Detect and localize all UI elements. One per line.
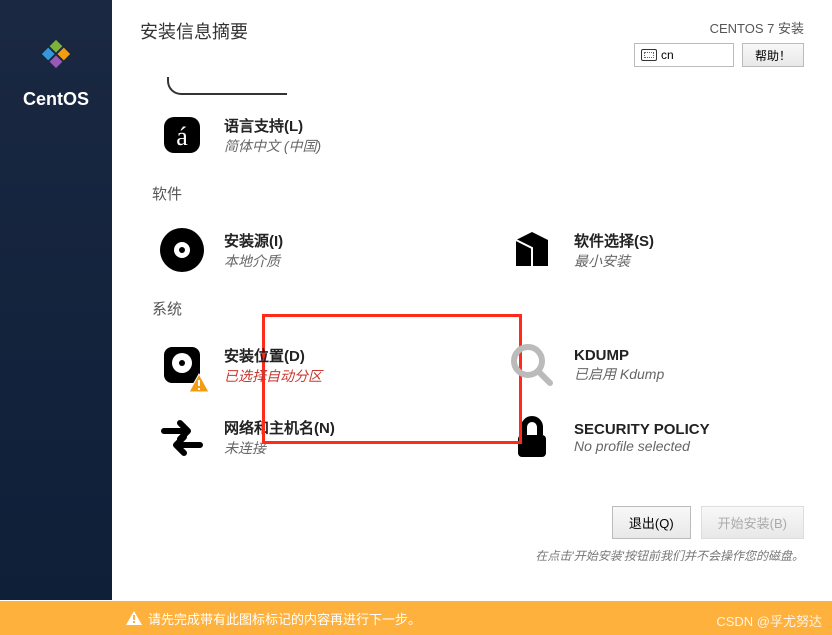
warning-bar: 请先完成带有此图标标记的内容再进行下一步。 CSDN @孚尤努达 [0, 601, 832, 635]
sidebar: CentOS [0, 0, 112, 600]
security-item[interactable]: SECURITY POLICY No profile selected [502, 407, 792, 467]
dest-sub: 已选择自动分区 [224, 366, 322, 386]
package-icon [506, 224, 558, 276]
selection-title: 软件选择(S) [574, 230, 654, 251]
lang-code: cn [661, 48, 674, 62]
software-selection-item[interactable]: 软件选择(S) 最小安装 [502, 220, 792, 280]
quit-button[interactable]: 退出(Q) [612, 506, 691, 539]
language-icon: á [156, 109, 208, 161]
help-button[interactable]: 帮助！ [742, 43, 804, 67]
kdump-sub: 已启用 Kdump [574, 364, 664, 384]
software-section-header: 软件 [152, 183, 804, 204]
footer-note: 在点击'开始安装'按钮前我们并不会操作您的磁盘。 [535, 547, 804, 564]
disc-icon [156, 224, 208, 276]
source-sub: 本地介质 [224, 251, 283, 271]
page-title: 安装信息摘要 [140, 18, 248, 67]
system-section-header: 系统 [152, 298, 804, 319]
kdump-title: KDUMP [574, 347, 664, 364]
begin-install-button[interactable]: 开始安装(B) [701, 506, 804, 539]
centos-logo: CentOS [23, 30, 89, 110]
language-support-item[interactable]: á 语言支持(L) 简体中文 (中国) [152, 105, 442, 165]
kdump-item[interactable]: KDUMP 已启用 Kdump [502, 335, 792, 395]
main-panel: 安装信息摘要 CENTOS 7 安装 cn 帮助！ á 语言 [112, 0, 832, 600]
lang-sub: 简体中文 (中国) [224, 136, 321, 156]
watermark: CSDN @孚尤努达 [716, 611, 822, 630]
install-source-item[interactable]: 安装源(I) 本地介质 [152, 220, 442, 280]
security-sub: No profile selected [574, 438, 710, 454]
warning-triangle-icon [126, 611, 142, 625]
install-destination-item[interactable]: 安装位置(D) 已选择自动分区 [152, 335, 442, 395]
network-icon [156, 411, 208, 463]
install-label: CENTOS 7 安装 [710, 18, 804, 37]
brand-text: CentOS [23, 89, 89, 110]
disk-icon [156, 339, 208, 391]
keyboard-icon [641, 49, 657, 61]
magnify-icon [506, 339, 558, 391]
svg-text:á: á [176, 122, 188, 151]
source-title: 安装源(I) [224, 230, 283, 251]
security-title: SECURITY POLICY [574, 421, 710, 438]
keyboard-layout-selector[interactable]: cn [634, 43, 734, 67]
warning-text: 请先完成带有此图标标记的内容再进行下一步。 [148, 609, 421, 628]
selection-sub: 最小安装 [574, 251, 654, 271]
dest-title: 安装位置(D) [224, 345, 322, 366]
lang-title: 语言支持(L) [224, 115, 321, 136]
truncated-section-indicator [167, 77, 287, 95]
